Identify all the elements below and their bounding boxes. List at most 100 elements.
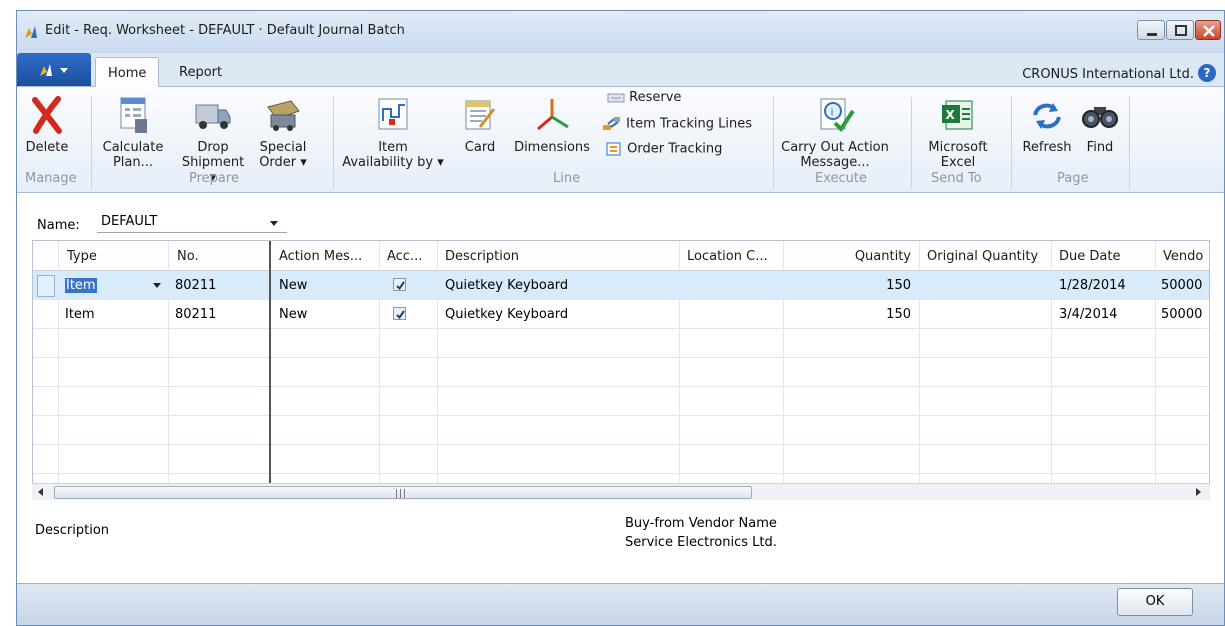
name-value: DEFAULT — [101, 214, 158, 229]
excel-button[interactable]: X Microsoft Excel — [919, 95, 997, 170]
cell-accept[interactable] — [387, 271, 427, 300]
item-tracking-icon — [603, 117, 620, 130]
col-header-quantity[interactable]: Quantity — [783, 241, 919, 271]
col-header-original-quantity[interactable]: Original Quantity — [919, 241, 1051, 271]
ribbon-separator — [1129, 97, 1130, 189]
nav-logo-icon — [25, 26, 37, 38]
grid-line — [379, 241, 380, 491]
item-availability-button[interactable]: Item Availability by ▾ — [339, 95, 447, 170]
maximize-button[interactable] — [1166, 20, 1194, 40]
accept-checkbox[interactable] — [393, 307, 406, 320]
grip-icon: ||| — [395, 489, 408, 499]
special-order-button[interactable]: Special Order ▾ — [253, 95, 313, 170]
cell-action-message[interactable]: New — [273, 271, 379, 300]
table-row-empty[interactable] — [33, 387, 1209, 416]
svg-text:X: X — [946, 108, 956, 122]
tab-home[interactable]: Home — [95, 57, 160, 87]
delete-button[interactable]: Delete — [25, 95, 69, 155]
col-header-type[interactable]: Type — [59, 241, 169, 271]
table-row-empty[interactable] — [33, 358, 1209, 387]
cell-no[interactable]: 80211 — [169, 271, 269, 300]
cell-action-message[interactable]: New — [273, 300, 379, 329]
cell-type[interactable]: Item — [59, 271, 169, 300]
name-dropdown-icon[interactable] — [270, 221, 278, 226]
app-menu-button[interactable] — [17, 53, 91, 86]
cell-location-code[interactable] — [679, 271, 783, 300]
type-dropdown-icon[interactable] — [153, 283, 161, 288]
cell-description[interactable]: Quietkey Keyboard — [439, 300, 679, 329]
svg-text:i: i — [831, 106, 834, 119]
col-header-description[interactable]: Description — [437, 241, 679, 271]
find-button[interactable]: Find — [1077, 95, 1123, 155]
calculate-plan-button[interactable]: Calculate Plan... — [97, 95, 169, 170]
dimensions-button[interactable]: Dimensions — [513, 95, 591, 155]
name-field[interactable]: DEFAULT — [97, 211, 287, 233]
cell-original-quantity[interactable] — [919, 271, 1051, 300]
table-row[interactable]: Item 80211 New Quietkey Keyboard 150 3/4… — [33, 300, 1209, 329]
col-header-action-message[interactable]: Action Mes... — [271, 241, 379, 271]
table-row-empty[interactable] — [33, 416, 1209, 445]
reserve-button[interactable]: Reserve — [607, 90, 681, 105]
tab-report[interactable]: Report — [167, 57, 234, 87]
factbox-description-label: Description — [35, 523, 110, 538]
calculate-plan-line2: Plan... — [112, 155, 154, 170]
cell-due-date[interactable]: 3/4/2014 — [1053, 300, 1155, 329]
group-prepare: Prepare — [189, 171, 239, 186]
cell-description[interactable]: Quietkey Keyboard — [439, 271, 679, 300]
cell-location-code[interactable] — [679, 300, 783, 329]
refresh-label: Refresh — [1022, 140, 1072, 155]
cell-vendor[interactable]: 50000 — [1155, 300, 1209, 329]
item-tracking-lines-button[interactable]: Item Tracking Lines — [602, 116, 752, 132]
maximize-icon — [1175, 25, 1187, 36]
horizontal-scrollbar[interactable]: ||| — [32, 483, 1210, 500]
binoculars-icon — [1082, 107, 1118, 128]
scrollbar-thumb[interactable]: ||| — [54, 486, 752, 499]
cell-type[interactable]: Item — [59, 300, 169, 329]
scroll-left-icon[interactable] — [38, 488, 43, 496]
card-icon — [465, 100, 496, 130]
delete-x-icon — [32, 96, 62, 134]
cell-quantity[interactable]: 150 — [783, 300, 919, 329]
refresh-button[interactable]: Refresh — [1019, 95, 1075, 155]
excel-icon: X — [942, 100, 973, 130]
col-header-vendor[interactable]: Vendo — [1155, 241, 1209, 271]
col-header-no[interactable]: No. — [169, 241, 269, 271]
refresh-icon — [1033, 103, 1061, 129]
row-selector[interactable] — [37, 275, 55, 297]
table-row[interactable]: Item 80211 New Quietkey Keyboard 150 1/2… — [33, 271, 1209, 300]
accept-checkbox[interactable] — [393, 278, 406, 291]
col-header-accept[interactable]: Acc... — [379, 241, 437, 271]
ribbon-separator — [1011, 97, 1012, 189]
cell-accept[interactable] — [387, 300, 427, 329]
title-bar: Edit - Req. Worksheet - DEFAULT · Defaul… — [17, 11, 1224, 53]
app-root: Edit - Req. Worksheet - DEFAULT · Defaul… — [0, 0, 1225, 626]
cell-due-date[interactable]: 1/28/2014 — [1053, 271, 1155, 300]
checkmark-icon — [396, 281, 405, 291]
col-header-due-date[interactable]: Due Date — [1051, 241, 1155, 271]
table-row-empty[interactable] — [33, 329, 1209, 358]
cell-no[interactable]: 80211 — [169, 300, 269, 329]
cell-quantity[interactable]: 150 — [783, 271, 919, 300]
cell-vendor[interactable]: 50000 — [1155, 271, 1209, 300]
carry-out-action-button[interactable]: i Carry Out Action Message... — [779, 95, 891, 170]
special-order-icon — [267, 100, 300, 131]
help-icon[interactable]: ? — [1198, 64, 1216, 82]
minimize-button[interactable] — [1137, 20, 1165, 40]
ok-button[interactable]: OK — [1117, 588, 1193, 616]
availability-chart-icon — [378, 98, 408, 130]
frozen-column-divider[interactable] — [269, 241, 271, 491]
company-name: CRONUS International Ltd. — [1022, 67, 1194, 82]
card-button[interactable]: Card — [457, 95, 503, 155]
item-availability-line2: Availability by ▾ — [342, 155, 444, 170]
excel-line2: Excel — [940, 155, 976, 170]
order-tracking-button[interactable]: Order Tracking — [605, 141, 722, 157]
close-button[interactable] — [1195, 20, 1221, 40]
scroll-right-icon[interactable] — [1196, 488, 1201, 496]
drop-shipment-line1: Drop — [197, 140, 229, 155]
order-tracking-label: Order Tracking — [627, 141, 723, 157]
cell-original-quantity[interactable] — [919, 300, 1051, 329]
vendor-name-label: Buy-from Vendor Name — [625, 516, 777, 531]
col-header-location-code[interactable]: Location C... — [679, 241, 783, 271]
dimensions-label: Dimensions — [514, 140, 590, 155]
table-row-empty[interactable] — [33, 445, 1209, 474]
